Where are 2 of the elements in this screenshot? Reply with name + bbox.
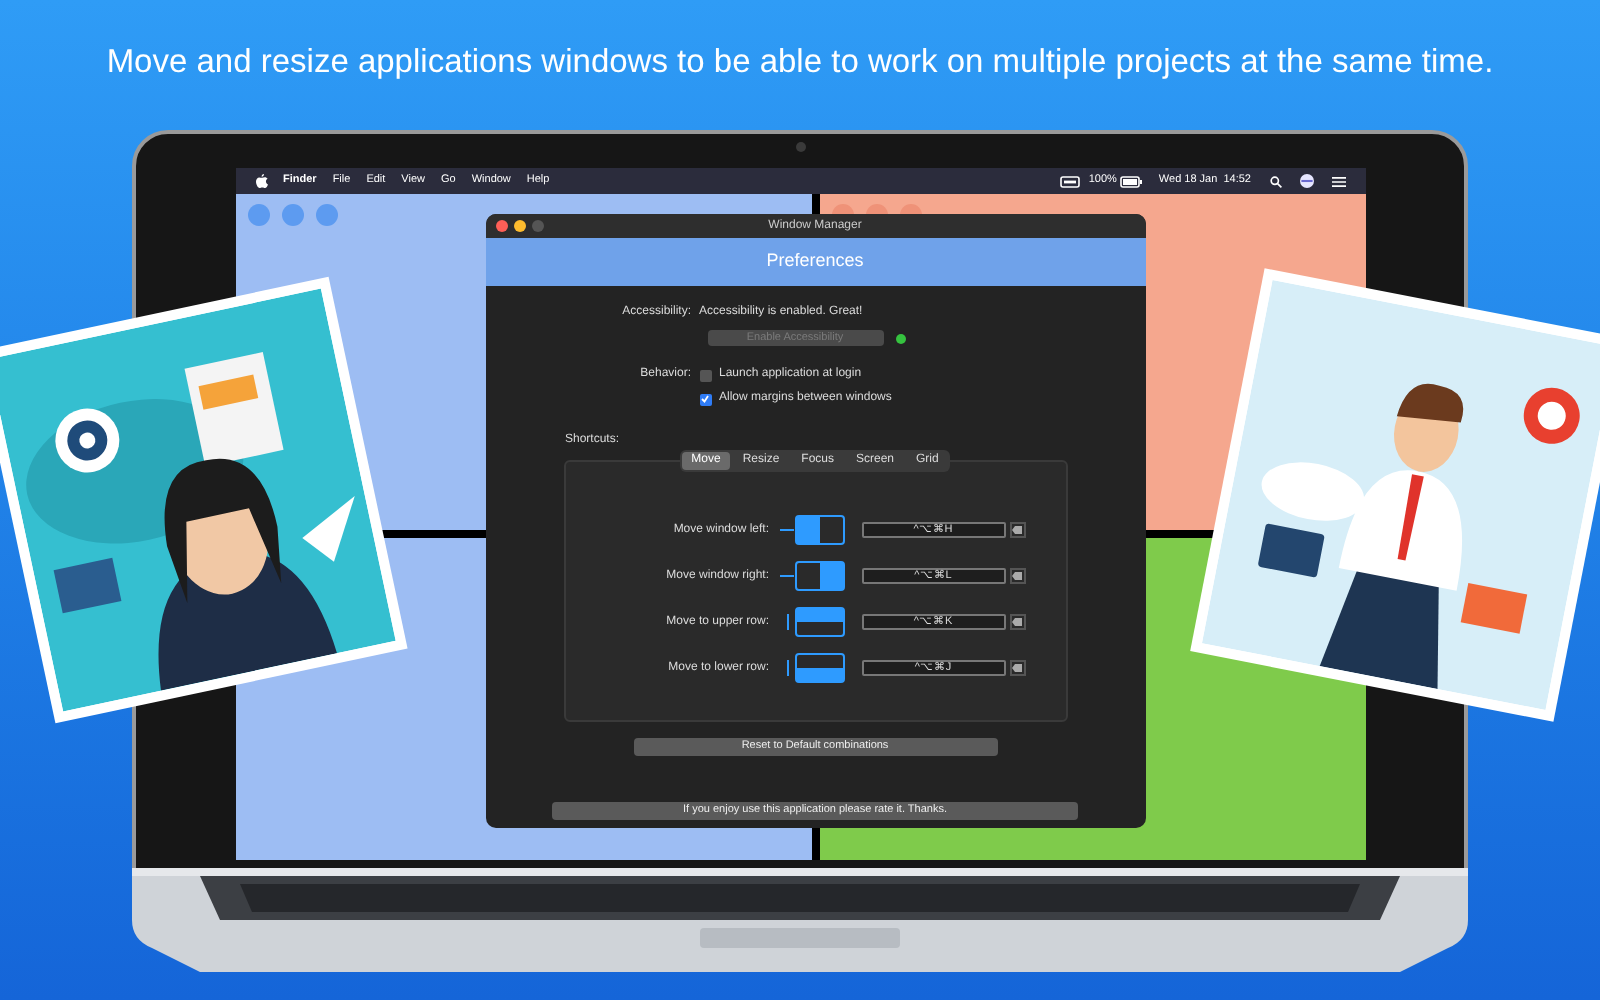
preferences-header: Preferences [485,238,1145,286]
headline: Move and resize applications windows to be able to work on multiple projects at the same time. [106,42,1494,84]
